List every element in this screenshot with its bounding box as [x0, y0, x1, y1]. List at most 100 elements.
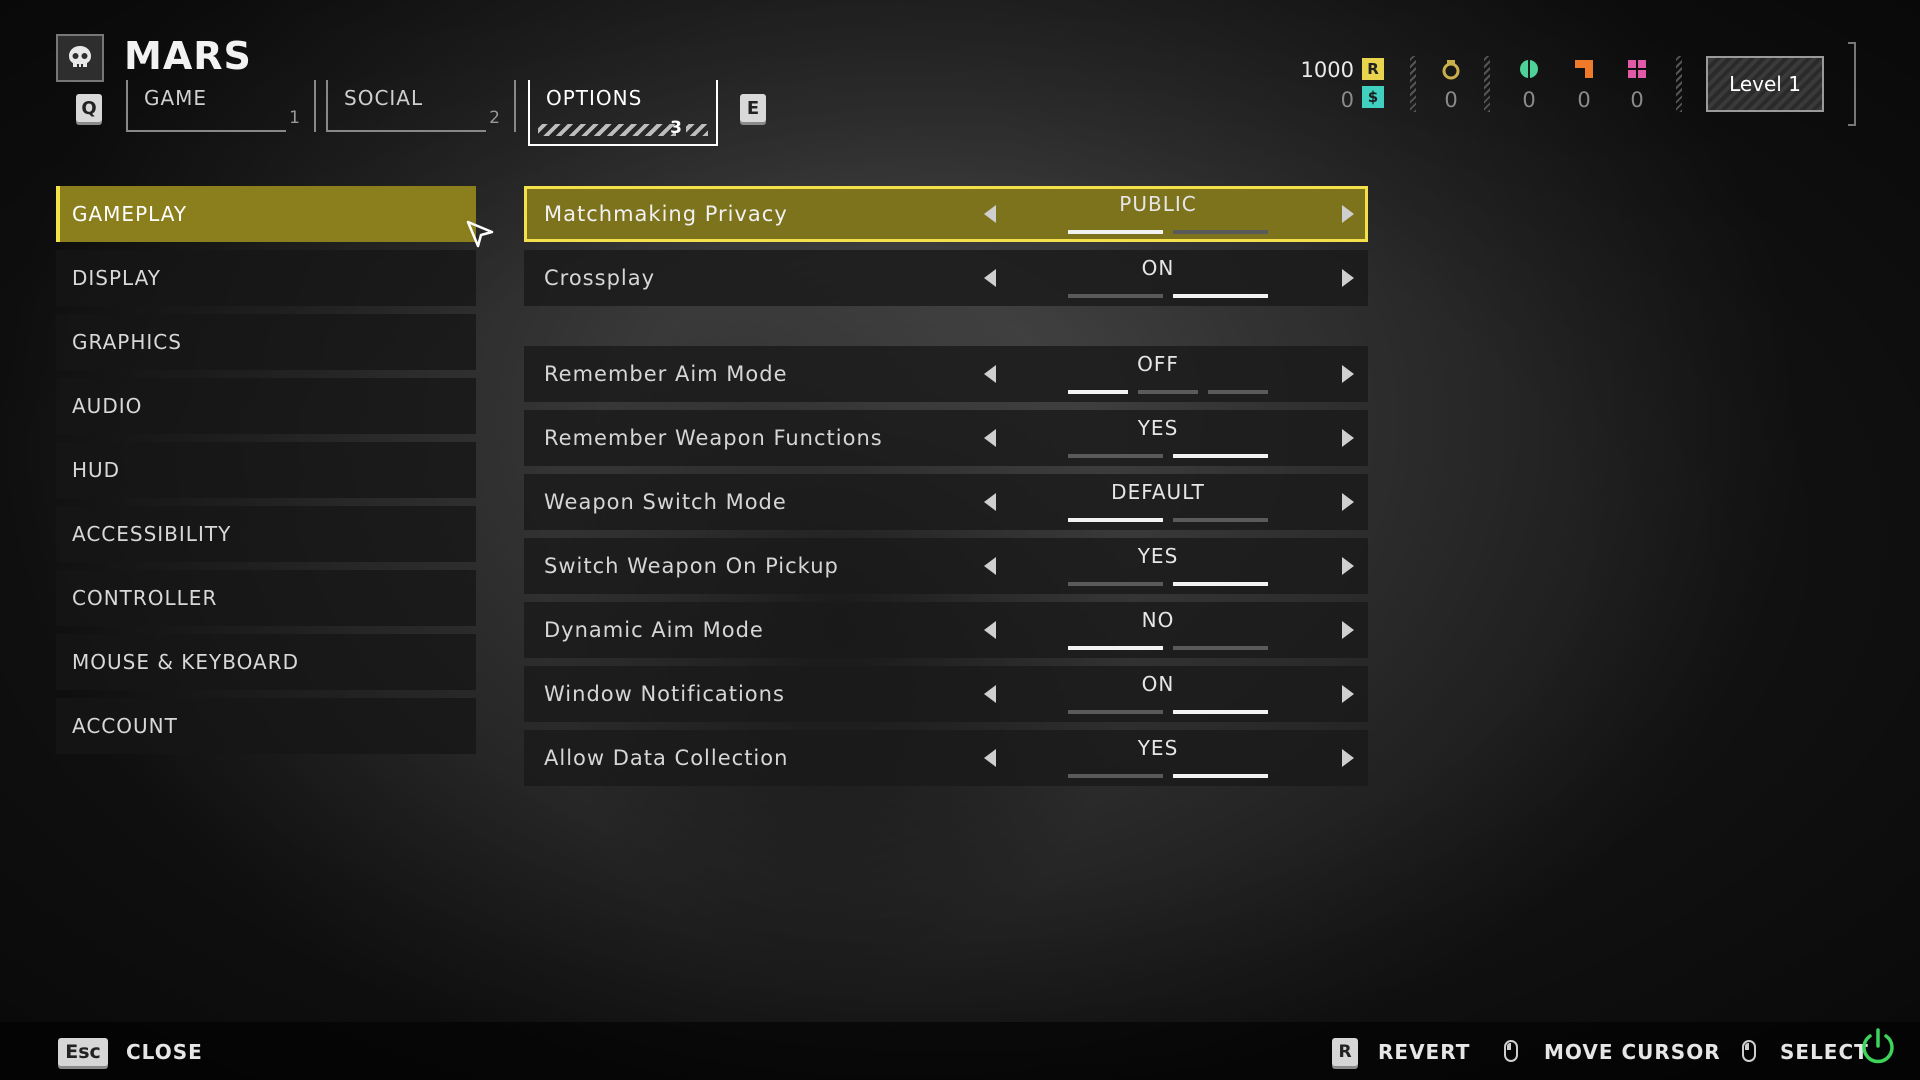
- arrow-right-icon[interactable]: [1342, 685, 1354, 703]
- arrow-left-icon[interactable]: [984, 365, 996, 383]
- menu-item-display[interactable]: DISPLAY: [56, 250, 476, 306]
- left-click-icon: [1742, 1040, 1756, 1062]
- menu-item-controller[interactable]: CONTROLLER: [56, 570, 476, 626]
- arrow-left-icon[interactable]: [984, 269, 996, 287]
- setting-value: NO: [1141, 608, 1175, 632]
- setting-crossplay[interactable]: Crossplay ON: [524, 250, 1368, 306]
- arrow-right-icon[interactable]: [1342, 749, 1354, 767]
- option-indicator: [1068, 390, 1268, 394]
- menu-item-graphics[interactable]: GRAPHICS: [56, 314, 476, 370]
- option-segment: [1173, 710, 1268, 714]
- option-segment: [1208, 390, 1268, 394]
- menu-item-audio[interactable]: AUDIO: [56, 378, 476, 434]
- super-samples-amount: 0: [1630, 88, 1644, 112]
- tab-underline: [328, 130, 486, 132]
- next-tab-key[interactable]: E: [740, 94, 766, 122]
- divider: [1484, 56, 1490, 112]
- option-segment: [1068, 230, 1163, 234]
- option-segment: [1068, 710, 1163, 714]
- arrow-left-icon[interactable]: [984, 621, 996, 639]
- medals-amount: 0: [1444, 88, 1458, 112]
- arrow-right-icon[interactable]: [1342, 269, 1354, 287]
- esc-key[interactable]: Esc: [58, 1038, 108, 1066]
- tab-underline: [128, 130, 286, 132]
- mouse-cursor-icon: [466, 220, 496, 254]
- setting-switch-weapon-on-pickup[interactable]: Switch Weapon On Pickup YES: [524, 538, 1368, 594]
- setting-allow-data-collection[interactable]: Allow Data Collection YES: [524, 730, 1368, 786]
- setting-value: DEFAULT: [1111, 480, 1205, 504]
- arrow-right-icon[interactable]: [1342, 621, 1354, 639]
- setting-remember-weapon-functions[interactable]: Remember Weapon Functions YES: [524, 410, 1368, 466]
- option-segment: [1138, 390, 1198, 394]
- revert-label[interactable]: REVERT: [1378, 1040, 1470, 1064]
- tab-label: SOCIAL: [344, 86, 424, 110]
- arrow-left-icon[interactable]: [984, 493, 996, 511]
- setting-label: Window Notifications: [544, 682, 785, 706]
- move-cursor-label: MOVE CURSOR: [1544, 1040, 1721, 1064]
- setting-weapon-switch-mode[interactable]: Weapon Switch Mode DEFAULT: [524, 474, 1368, 530]
- arrow-right-icon[interactable]: [1342, 365, 1354, 383]
- option-segment: [1173, 582, 1268, 586]
- setting-value: PUBLIC: [1119, 192, 1197, 216]
- prev-tab-key[interactable]: Q: [76, 94, 102, 122]
- power-icon[interactable]: [1858, 1026, 1898, 1070]
- option-indicator: [1068, 518, 1268, 522]
- arrow-left-icon[interactable]: [984, 205, 996, 223]
- setting-label: Matchmaking Privacy: [544, 202, 788, 226]
- setting-label: Weapon Switch Mode: [544, 490, 787, 514]
- menu-item-account[interactable]: ACCOUNT: [56, 698, 476, 754]
- super-sample-icon: [1626, 58, 1648, 80]
- setting-label: Allow Data Collection: [544, 746, 789, 770]
- option-segment: [1173, 230, 1268, 234]
- option-segment: [1068, 518, 1163, 522]
- setting-window-notifications[interactable]: Window Notifications ON: [524, 666, 1368, 722]
- rare-samples-amount: 0: [1577, 88, 1591, 112]
- tab-social[interactable]: SOCIAL 2: [326, 80, 516, 132]
- arrow-left-icon[interactable]: [984, 749, 996, 767]
- arrow-right-icon[interactable]: [1342, 205, 1354, 223]
- setting-label: Switch Weapon On Pickup: [544, 554, 839, 578]
- tab-options[interactable]: OPTIONS 3: [528, 80, 718, 146]
- setting-dynamic-aim-mode[interactable]: Dynamic Aim Mode NO: [524, 602, 1368, 658]
- option-segment: [1068, 646, 1163, 650]
- rare-sample-icon: [1573, 58, 1595, 80]
- setting-label: Remember Aim Mode: [544, 362, 788, 386]
- arrow-right-icon[interactable]: [1342, 493, 1354, 511]
- close-label[interactable]: CLOSE: [126, 1040, 203, 1064]
- option-indicator: [1068, 710, 1268, 714]
- setting-value: ON: [1141, 672, 1175, 696]
- tab-label: OPTIONS: [546, 86, 643, 110]
- arrow-right-icon[interactable]: [1342, 557, 1354, 575]
- common-sample-icon: [1518, 58, 1540, 80]
- header-bracket: [1848, 42, 1856, 126]
- option-indicator: [1068, 294, 1268, 298]
- arrow-left-icon[interactable]: [984, 685, 996, 703]
- tab-number: 2: [489, 108, 500, 128]
- select-label[interactable]: SELECT: [1780, 1040, 1869, 1064]
- arrow-left-icon[interactable]: [984, 429, 996, 447]
- arrow-left-icon[interactable]: [984, 557, 996, 575]
- menu-item-gameplay[interactable]: GAMEPLAY: [56, 186, 476, 242]
- tab-hatch: [538, 124, 676, 136]
- option-segment: [1068, 454, 1163, 458]
- option-segment: [1173, 454, 1268, 458]
- setting-matchmaking-privacy[interactable]: Matchmaking Privacy PUBLIC: [524, 186, 1368, 242]
- super-credits-icon: $: [1362, 86, 1384, 108]
- menu-item-hud[interactable]: HUD: [56, 442, 476, 498]
- arrow-right-icon[interactable]: [1342, 429, 1354, 447]
- revert-key[interactable]: R: [1332, 1038, 1358, 1066]
- tab-game[interactable]: GAME 1: [126, 80, 316, 132]
- super-credits-amount: 0: [1340, 88, 1354, 112]
- menu-item-accessibility[interactable]: ACCESSIBILITY: [56, 506, 476, 562]
- option-segment: [1173, 774, 1268, 778]
- divider: [1676, 56, 1682, 112]
- setting-value: YES: [1137, 736, 1179, 760]
- requisition-icon: R: [1362, 58, 1384, 80]
- option-indicator: [1068, 454, 1268, 458]
- setting-remember-aim-mode[interactable]: Remember Aim Mode OFF: [524, 346, 1368, 402]
- tab-number: 1: [289, 108, 300, 128]
- common-samples-amount: 0: [1522, 88, 1536, 112]
- menu-item-mouse-keyboard[interactable]: MOUSE & KEYBOARD: [56, 634, 476, 690]
- setting-label: Crossplay: [544, 266, 656, 290]
- option-segment: [1068, 390, 1128, 394]
